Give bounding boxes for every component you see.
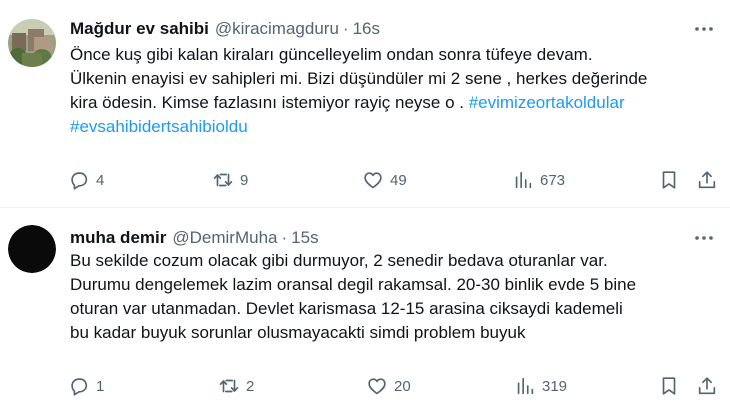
bookmark-icon <box>662 377 676 395</box>
views-button[interactable]: 319 <box>514 374 567 398</box>
share-icon <box>698 171 716 189</box>
views-chart-icon <box>515 171 532 189</box>
retweet-button[interactable]: 9 <box>212 168 248 192</box>
retweet-icon <box>219 379 239 393</box>
bookmark-button[interactable] <box>658 374 680 398</box>
tweet-header: Mağdur ev sahibi @kiracimagduru · 16s <box>70 17 380 41</box>
tweet-divider <box>0 207 730 208</box>
more-options-icon[interactable] <box>692 17 716 41</box>
tweet-header: muha demir @DemirMuha · 15s <box>70 226 319 250</box>
tweet[interactable]: Mağdur ev sahibi @kiracimagduru · 16s Ön… <box>0 0 730 208</box>
like-count: 20 <box>394 377 411 395</box>
tweet-text: Önce kuş gibi kalan kiraları güncelleyel… <box>70 43 720 139</box>
share-button[interactable] <box>696 374 718 398</box>
share-icon <box>698 377 716 395</box>
tweet-text-line: oturan var utanmadan. Devlet karismasa 1… <box>70 299 623 318</box>
tweet-text-line: bu kadar buyuk sorunlar olusmayacakti si… <box>70 323 526 342</box>
reply-icon <box>71 172 88 190</box>
timestamp[interactable]: 16s <box>353 19 380 39</box>
display-name[interactable]: Mağdur ev sahibi <box>70 19 209 39</box>
retweet-count: 2 <box>246 377 255 395</box>
display-name[interactable]: muha demir <box>70 228 166 248</box>
tweet-text-line: Bu sekilde cozum olacak gibi durmuyor, 2… <box>70 251 608 270</box>
reply-button[interactable]: 1 <box>68 374 104 398</box>
profile-photo-icon <box>8 19 56 67</box>
tweet-text-line: Durumu dengelemek lazim oransal degil ra… <box>70 275 637 294</box>
avatar[interactable] <box>8 19 56 67</box>
hashtag-link[interactable]: #evsahibidertsahibioldu <box>70 117 248 136</box>
separator-dot: · <box>342 19 349 38</box>
view-count: 319 <box>542 377 568 395</box>
retweet-count: 9 <box>240 171 249 189</box>
tweet-text-line: Ülkenin enayisi ev sahipleri mi. Bizi dü… <box>70 69 648 88</box>
views-button[interactable]: 673 <box>512 168 565 192</box>
avatar[interactable] <box>8 225 56 273</box>
tweet-text-line: kira ödesin. Kimse fazlasını istemiyor r… <box>70 91 720 115</box>
views-chart-icon <box>517 377 534 395</box>
reply-icon <box>71 378 88 396</box>
like-button[interactable]: 20 <box>366 374 411 398</box>
timestamp[interactable]: 15s <box>291 228 318 248</box>
view-count: 673 <box>540 171 566 189</box>
reply-button[interactable]: 4 <box>68 168 104 192</box>
separator-dot: · <box>281 228 288 247</box>
tweet-text-segment: kira ödesin. Kimse fazlasını istemiyor r… <box>70 93 469 112</box>
heart-icon <box>368 378 386 395</box>
reply-count: 4 <box>96 171 105 189</box>
like-button[interactable]: 49 <box>362 168 407 192</box>
tweet-text-line: Önce kuş gibi kalan kiraları güncelleyel… <box>70 45 593 64</box>
tweet[interactable]: muha demir @DemirMuha · 15s Bu sekilde c… <box>0 209 730 420</box>
user-handle[interactable]: @kiracimagduru <box>215 19 339 39</box>
bookmark-icon <box>662 171 676 189</box>
hashtag-link[interactable]: #evimizeortakoldular <box>469 93 625 112</box>
tweet-actions: 1 2 20 319 <box>66 374 720 398</box>
share-button[interactable] <box>696 168 718 192</box>
bookmark-button[interactable] <box>658 168 680 192</box>
retweet-button[interactable]: 2 <box>218 374 254 398</box>
heart-icon <box>364 172 382 189</box>
tweet-text-line: #evsahibidertsahibioldu <box>70 115 720 139</box>
retweet-icon <box>213 173 233 187</box>
tweet-actions: 4 9 49 673 <box>66 168 720 192</box>
tweet-text: Bu sekilde cozum olacak gibi durmuyor, 2… <box>70 249 720 345</box>
user-handle[interactable]: @DemirMuha <box>172 228 277 248</box>
like-count: 49 <box>390 171 407 189</box>
reply-count: 1 <box>96 377 105 395</box>
default-black-avatar-icon <box>8 225 56 273</box>
more-options-icon[interactable] <box>692 226 716 250</box>
